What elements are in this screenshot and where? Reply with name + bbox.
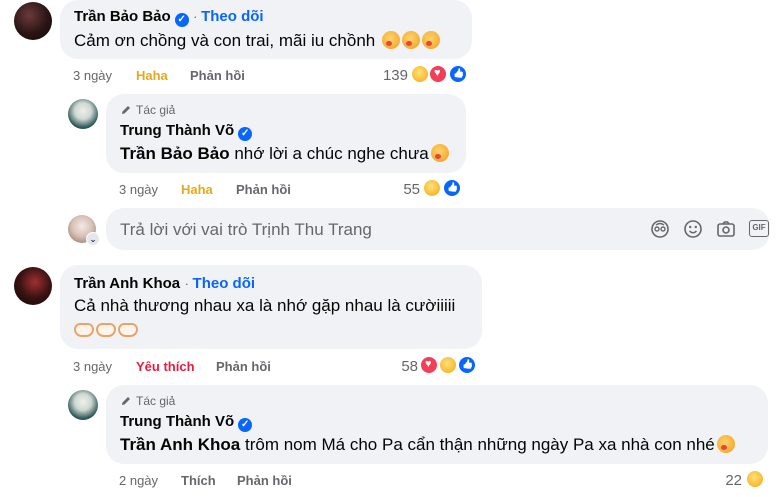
- author-tag: Tác giả: [120, 103, 175, 117]
- reply-text-line: Trần Anh Khoa trôm nom Má cho Pa cẩn thậ…: [120, 435, 735, 455]
- reaction-count[interactable]: 22: [716, 472, 742, 489]
- reaction-count[interactable]: 58: [386, 358, 418, 375]
- mention-link[interactable]: Trần Bảo Bảo: [120, 144, 230, 163]
- haha-reaction-icon: [410, 64, 430, 84]
- comment-time[interactable]: 3 ngày: [73, 359, 112, 374]
- reply-button[interactable]: Phản hồi: [236, 182, 291, 197]
- comment-time[interactable]: 3 ngày: [73, 68, 112, 83]
- reply-text-line: Trần Bảo Bảo nhớ lời a chúc nghe chưa: [120, 144, 449, 164]
- comment-author[interactable]: Trần Bảo Bảo: [74, 8, 171, 25]
- reaction-count[interactable]: 139: [370, 67, 408, 84]
- reply-button[interactable]: Phản hồi: [237, 473, 292, 488]
- haha-reaction-icon: [422, 178, 442, 198]
- comment-header: Trần Bảo Bảo ✓ · Theo dõi: [74, 8, 264, 27]
- author-tag-label: Tác giả: [136, 394, 176, 408]
- reply-text: nhớ lời a chúc nghe chưa: [234, 144, 429, 163]
- mention-link[interactable]: Trần Anh Khoa: [120, 435, 240, 454]
- gif-icon[interactable]: GIF: [749, 220, 769, 237]
- reaction-count[interactable]: 55: [388, 181, 420, 198]
- reaction-button[interactable]: Thích: [181, 473, 216, 488]
- reply-author[interactable]: Trung Thành Võ: [120, 413, 234, 430]
- reply-button[interactable]: Phản hồi: [190, 68, 245, 83]
- avatar-sticker-icon[interactable]: [650, 219, 670, 239]
- gif-label: GIF: [752, 223, 766, 232]
- avatar-tran-bao-bao[interactable]: [14, 2, 52, 40]
- follow-button[interactable]: Theo dõi: [201, 8, 264, 25]
- avatar-trung-thanh-vo[interactable]: [68, 390, 98, 420]
- pencil-icon: [122, 106, 130, 114]
- pencil-icon: [122, 397, 130, 405]
- reply-bubble: Tác giả Trung Thành Võ ✓ Trần Bảo Bảo nhớ…: [106, 94, 466, 173]
- follow-button[interactable]: Theo dõi: [193, 275, 256, 292]
- comment-bubble: Trần Anh Khoa · Theo dõi Cả nhà thương n…: [60, 265, 482, 349]
- kiss-emoji-icon: [430, 144, 449, 162]
- comment-bubble: Trần Bảo Bảo ✓ · Theo dõi Cảm ơn chồng và…: [60, 0, 472, 59]
- comment-author[interactable]: Trần Anh Khoa: [74, 275, 180, 292]
- reply-header: Trung Thành Võ ✓: [120, 122, 253, 141]
- reply-text: trôm nom Má cho Pa cẩn thận những ngày P…: [245, 435, 715, 454]
- author-tag-label: Tác giả: [136, 103, 176, 117]
- kiss-emoji-icon: [381, 31, 400, 49]
- like-reaction-icon: [457, 355, 477, 375]
- reply-button[interactable]: Phản hồi: [216, 359, 271, 374]
- reply-composer[interactable]: Trả lời với vai trò Trịnh Thu Trang GIF: [106, 208, 770, 250]
- love-reaction-icon: [428, 64, 448, 84]
- like-reaction-icon: [442, 178, 462, 198]
- like-reaction-icon: [448, 64, 468, 84]
- reply-header: Trung Thành Võ ✓: [120, 413, 253, 432]
- verified-badge-icon: ✓: [238, 418, 253, 432]
- reply-input[interactable]: Trả lời với vai trò Trịnh Thu Trang: [120, 220, 372, 240]
- reaction-button[interactable]: Haha: [181, 182, 213, 197]
- reaction-button[interactable]: Haha: [136, 68, 168, 83]
- switch-profile-chevron-icon[interactable]: ⌄: [86, 232, 100, 246]
- love-reaction-icon: [419, 355, 439, 375]
- haha-reaction-icon: [438, 355, 458, 375]
- comment-header: Trần Anh Khoa · Theo dõi: [74, 275, 255, 293]
- kiss-emoji-icon: [401, 31, 420, 49]
- reply-author[interactable]: Trung Thành Võ: [120, 122, 234, 139]
- comment-text-line: Cảm ơn chồng và con trai, mãi iu chồnh: [74, 31, 440, 51]
- kiss-emoji-icon: [421, 31, 440, 49]
- avatar-tran-anh-khoa[interactable]: [14, 267, 52, 305]
- camera-icon[interactable]: [716, 219, 736, 239]
- author-tag: Tác giả: [120, 394, 175, 408]
- haha-reaction-icon: [745, 469, 765, 489]
- reply-bubble: Tác giả Trung Thành Võ ✓ Trần Anh Khoa tr…: [106, 385, 768, 464]
- verified-badge-icon: ✓: [238, 127, 253, 141]
- avatar-trung-thanh-vo[interactable]: [68, 99, 98, 129]
- kiss-emoji-icon: [716, 435, 735, 453]
- verified-badge-icon: ✓: [174, 13, 189, 27]
- separator-dot: ·: [184, 276, 193, 291]
- reply-time[interactable]: 3 ngày: [119, 182, 158, 197]
- heart-hands-emoji-icon: [74, 323, 140, 342]
- comment-text: Cảm ơn chồng và con trai, mãi iu chồnh: [74, 31, 376, 50]
- reaction-button[interactable]: Yêu thích: [136, 359, 195, 374]
- separator-dot: ·: [193, 9, 202, 24]
- reply-time[interactable]: 2 ngày: [119, 473, 158, 488]
- comment-text: Cả nhà thương nhau xa là nhớ gặp nhau là…: [74, 296, 456, 315]
- emoji-icon[interactable]: [683, 219, 703, 239]
